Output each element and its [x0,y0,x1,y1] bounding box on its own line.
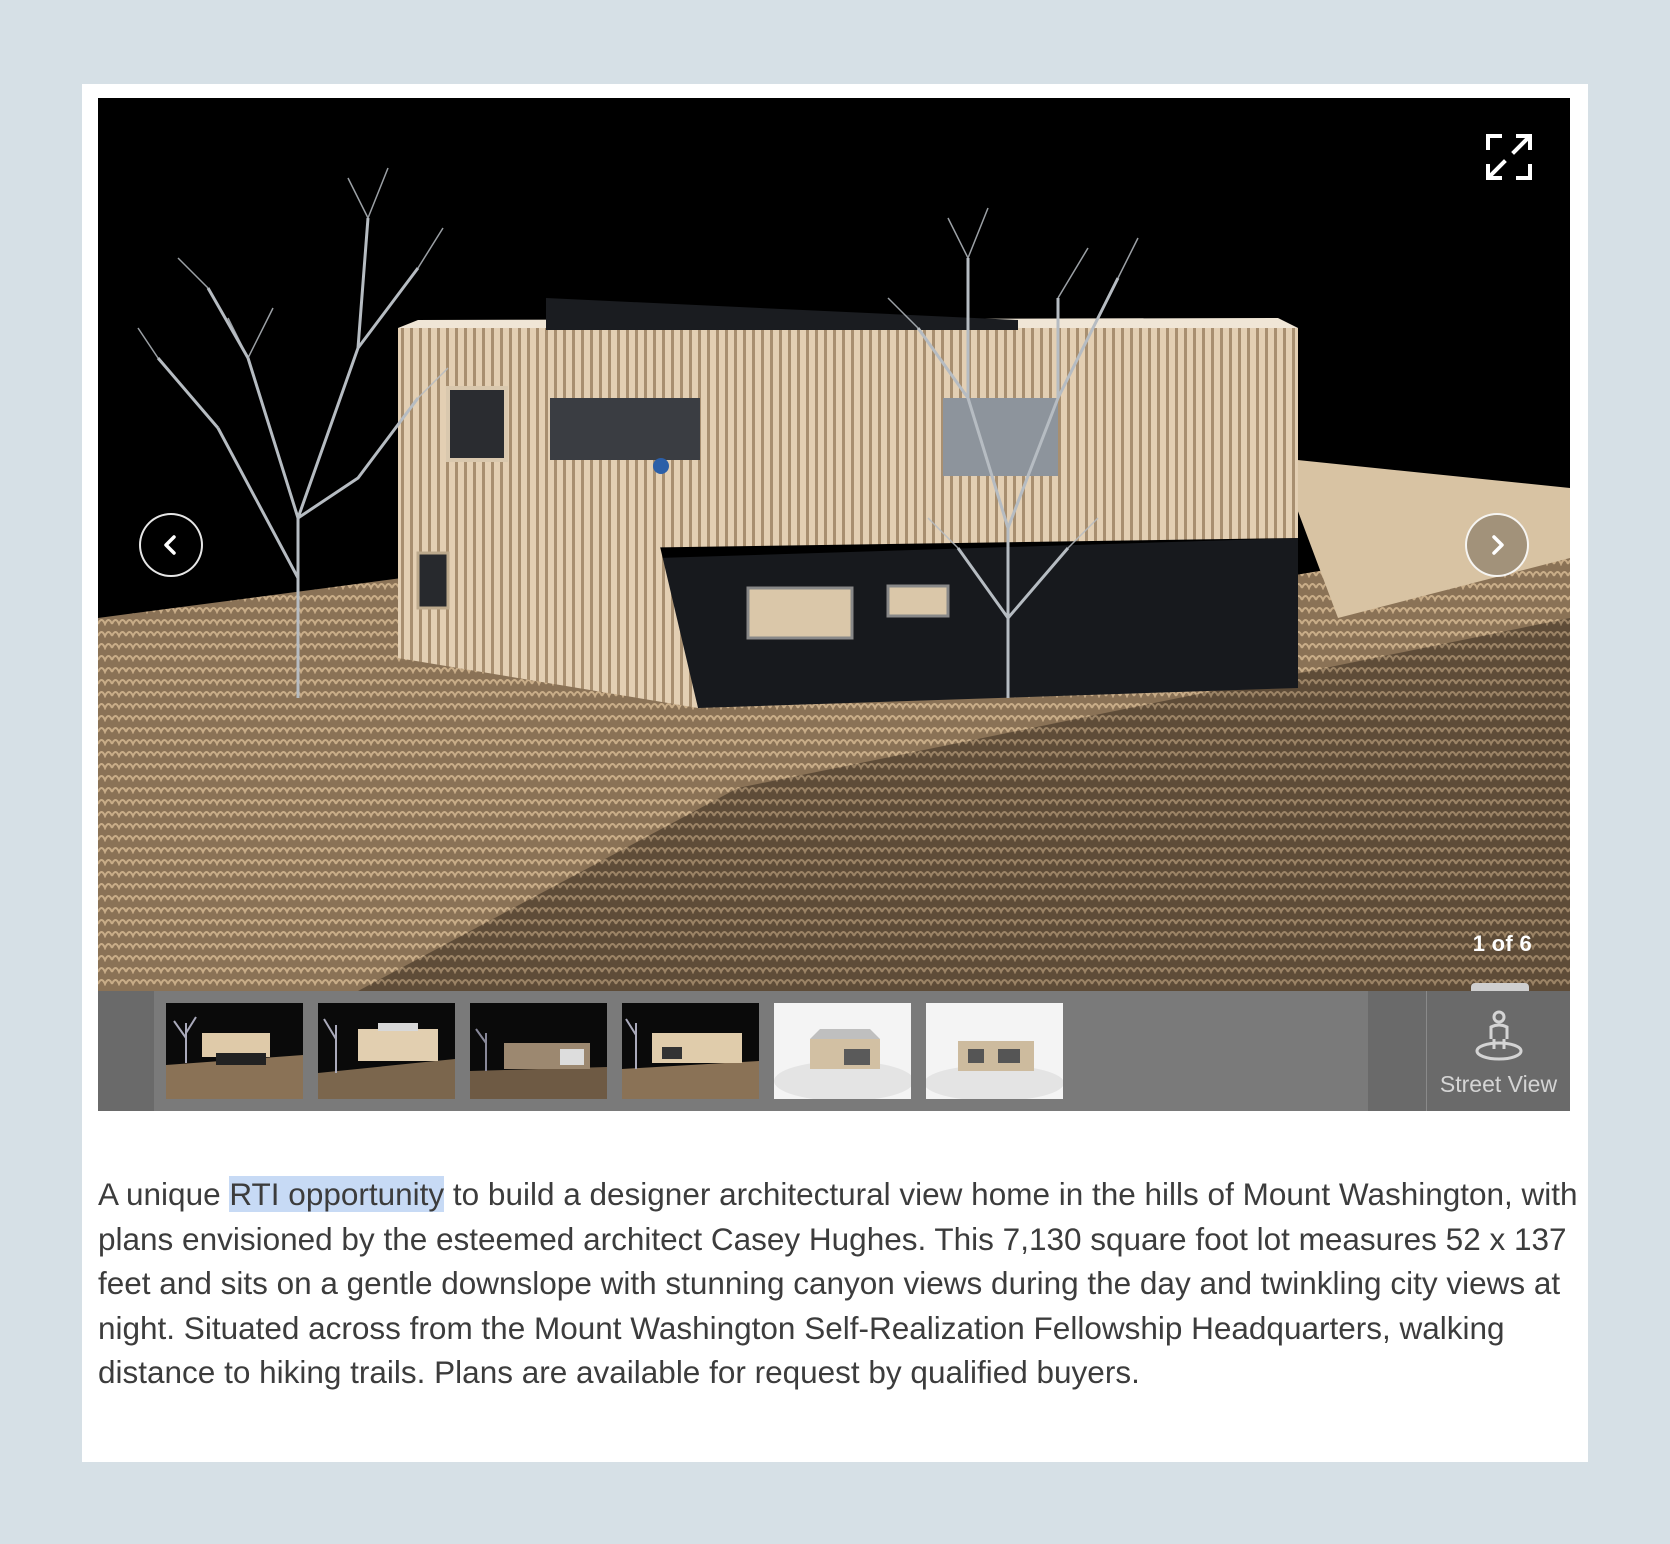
thumbnail-1[interactable] [166,1003,303,1099]
photo-viewer[interactable]: 1 of 6 [98,98,1570,991]
description-highlight: RTI opportunity [229,1176,445,1212]
street-view-button[interactable]: Street View [1426,991,1570,1111]
fullscreen-button[interactable] [1484,132,1534,182]
chevron-right-icon [1492,535,1504,555]
thumbnail-3[interactable] [470,1003,607,1099]
thumbnail-6[interactable] [926,1003,1063,1099]
strip-scroll-left[interactable] [98,991,154,1111]
thumbnail-5[interactable] [774,1003,911,1099]
photo-counter: 1 of 6 [1472,931,1532,956]
strip-scroll-right[interactable] [1368,991,1426,1111]
thumbnail-strip: Street View [98,983,1570,1111]
street-view-label: Street View [1439,1071,1558,1097]
listing-card: 1 of 6 Street View A unique RTI opportun… [82,84,1588,1462]
street-view-tab [1471,983,1529,991]
next-photo-button[interactable] [1465,513,1529,577]
pegman-icon [1475,1010,1523,1061]
fullscreen-icon [1486,134,1532,180]
thumbnail-4[interactable] [622,1003,759,1099]
thumbnail-2[interactable] [318,1003,455,1099]
previous-photo-button[interactable] [139,513,203,577]
chevron-left-icon [164,535,176,555]
main-photo [98,98,1570,991]
description-intro: A unique [98,1176,230,1212]
listing-description: A unique RTI opportunity to build a desi… [98,1172,1588,1395]
